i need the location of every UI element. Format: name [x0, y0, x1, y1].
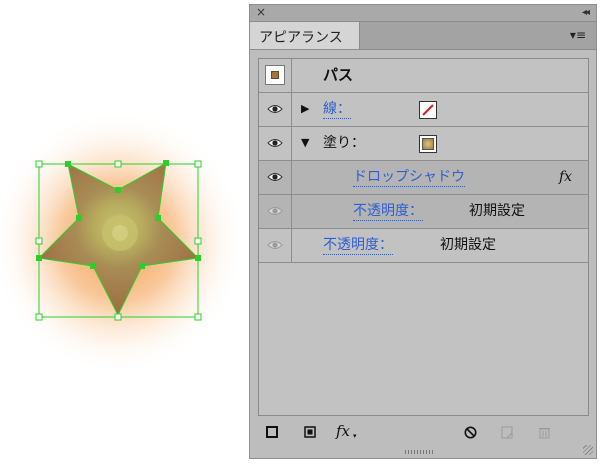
star-center-core — [112, 225, 128, 241]
tab-appearance[interactable]: アピアランス — [250, 22, 360, 49]
add-new-stroke-icon[interactable] — [266, 426, 278, 438]
visibility-cell — [259, 229, 292, 262]
visibility-eye-dimmed-icon[interactable] — [267, 240, 283, 250]
panel-title-bar: × ◂◂ — [250, 5, 596, 22]
row-stroke[interactable]: ▶ 線： — [259, 93, 588, 127]
expand-triangle-icon[interactable]: ▶ — [301, 102, 309, 115]
fill-opacity-link[interactable]: 不透明度： — [353, 203, 423, 221]
tab-appearance-label: アピアランス — [259, 30, 343, 46]
visibility-cell — [259, 195, 292, 228]
opacity-link[interactable]: 不透明度： — [323, 237, 393, 255]
panel-menu-icon[interactable]: ▾≡ — [570, 28, 586, 42]
add-new-fill-icon[interactable] — [304, 426, 316, 438]
visibility-eye-icon[interactable] — [267, 172, 283, 182]
none-slash-icon — [422, 104, 434, 116]
visibility-eye-icon[interactable] — [267, 138, 283, 148]
stroke-none-swatch[interactable] — [419, 101, 437, 119]
add-effect-fx-button[interactable]: fx — [336, 422, 350, 440]
collapse-panel-icon[interactable]: ◂◂ — [582, 5, 590, 20]
panel-bottom-toolbar: fx ▾ — [250, 418, 596, 446]
row-path[interactable]: パス — [259, 59, 588, 93]
row-fill[interactable]: ▼ 塗り： — [259, 127, 588, 161]
close-panel-icon[interactable]: × — [256, 5, 266, 20]
path-label: パス — [323, 66, 354, 84]
opacity-value: 初期設定 — [440, 237, 496, 253]
delete-item-trash-icon — [539, 428, 550, 439]
row-fill-opacity[interactable]: 不透明度： 初期設定 — [259, 195, 588, 229]
clear-appearance-icon[interactable] — [464, 426, 477, 439]
row-drop-shadow[interactable]: ドロップシャドウ fx — [259, 161, 588, 195]
visibility-eye-dimmed-icon[interactable] — [267, 206, 283, 216]
path-thumbnail — [265, 65, 285, 85]
artboard-canvas[interactable] — [0, 0, 250, 468]
duplicate-item-icon — [501, 426, 513, 439]
visibility-cell — [259, 93, 292, 126]
visibility-eye-icon[interactable] — [267, 104, 283, 114]
visibility-cell — [259, 127, 292, 160]
fx-icon[interactable]: fx — [559, 169, 572, 186]
row-opacity[interactable]: 不透明度： 初期設定 — [259, 229, 588, 263]
thumbnail-cell — [259, 59, 292, 92]
panel-tab-bar: アピアランス ▾≡ — [250, 22, 596, 50]
fill-label: 塗り： — [323, 135, 365, 151]
visibility-cell — [259, 161, 292, 194]
fx-dropdown-caret-icon[interactable]: ▾ — [353, 432, 357, 440]
fill-gradient-swatch[interactable] — [419, 135, 437, 153]
appearance-panel: × ◂◂ アピアランス ▾≡ パス ▶ 線： ▼ 塗り： ドロップシャドウ fx… — [249, 4, 597, 459]
stroke-link[interactable]: 線： — [323, 101, 351, 119]
appearance-list: パス ▶ 線： ▼ 塗り： ドロップシャドウ fx 不透明度： 初期設定 不透明… — [258, 58, 589, 416]
collapse-triangle-icon[interactable]: ▼ — [301, 136, 309, 149]
fill-opacity-value: 初期設定 — [469, 203, 525, 219]
resize-corner-handle[interactable] — [583, 445, 593, 455]
panel-resize-grip[interactable] — [405, 450, 435, 454]
drop-shadow-link[interactable]: ドロップシャドウ — [353, 169, 465, 187]
